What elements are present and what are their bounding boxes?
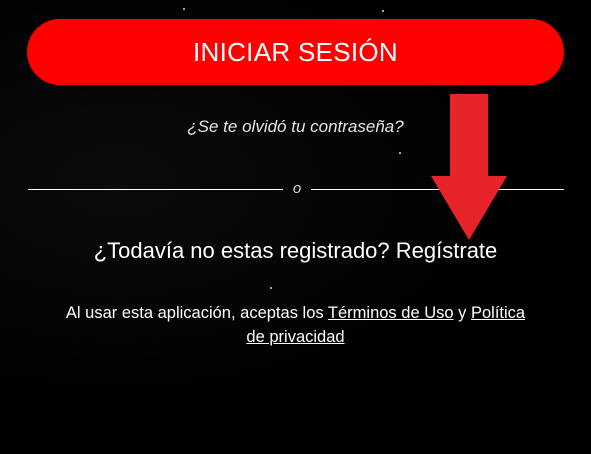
register-question: ¿Todavía no estas registrado?	[93, 238, 390, 263]
star-decoration	[399, 152, 401, 154]
login-screen: INICIAR SESIÓN ¿Se te olvidó tu contrase…	[0, 0, 591, 454]
down-arrow-shape	[431, 94, 507, 240]
terms-of-use-link[interactable]: Términos de Uso	[328, 304, 454, 322]
legal-notice: Al usar esta aplicación, aceptas los Tér…	[30, 301, 561, 349]
down-arrow-icon	[431, 94, 507, 240]
privacy-policy-link-continued[interactable]: de privacidad	[246, 328, 344, 346]
register-link[interactable]: Regístrate	[396, 238, 498, 263]
star-decoration	[270, 287, 272, 289]
star-decoration	[382, 10, 384, 12]
legal-joiner: y	[458, 304, 467, 322]
privacy-policy-link[interactable]: Política	[471, 304, 525, 322]
login-button[interactable]: INICIAR SESIÓN	[27, 19, 564, 85]
star-decoration	[183, 8, 185, 10]
divider-line-left	[28, 189, 283, 190]
divider-label: o	[292, 180, 302, 197]
legal-prefix: Al usar esta aplicación, aceptas los	[65, 304, 324, 322]
register-prompt: ¿Todavía no estas registrado? Regístrate	[0, 238, 591, 264]
